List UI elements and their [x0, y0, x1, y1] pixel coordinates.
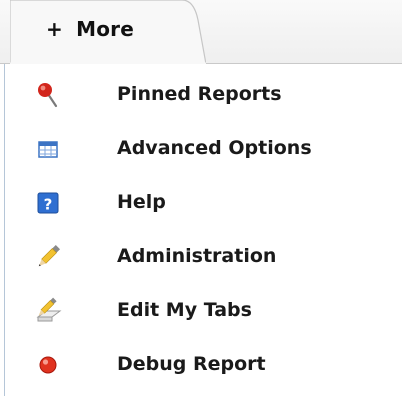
menu-item-administration[interactable]: Administration — [5, 230, 402, 284]
menu-item-edit-my-tabs[interactable]: Edit My Tabs — [5, 284, 402, 338]
pencil-icon — [38, 244, 61, 267]
tab-more[interactable]: + More — [10, 0, 206, 64]
menu-item-label: Pinned Reports — [117, 83, 282, 105]
menu-item-label: Advanced Options — [117, 137, 312, 159]
edit-tabs-icon — [36, 297, 62, 322]
tab-more-label[interactable]: + More — [46, 17, 134, 41]
tab-strip: + More — [0, 0, 402, 64]
menu-item-pinned-reports[interactable]: Pinned Reports — [5, 68, 402, 122]
plus-icon: + — [46, 17, 63, 41]
menu-item-label: Help — [117, 191, 166, 213]
more-menu: Pinned Reports Advanced Options ? Help A… — [0, 64, 402, 396]
more-menu-popup: + More Pinned Reports Advanced Options ?… — [0, 0, 402, 396]
tab-more-text: More — [76, 17, 135, 41]
menu-item-help[interactable]: ? Help — [5, 176, 402, 230]
red-dot-icon — [39, 356, 57, 374]
svg-text:?: ? — [44, 196, 53, 214]
menu-item-label: Administration — [117, 245, 277, 267]
help-icon: ? — [37, 192, 59, 214]
pin-icon — [38, 83, 58, 108]
menu-item-debug-report[interactable]: Debug Report — [5, 338, 402, 392]
menu-item-label: Debug Report — [117, 353, 266, 375]
menu-item-advanced-options[interactable]: Advanced Options — [5, 122, 402, 176]
table-grid-icon — [38, 141, 58, 158]
menu-item-label: Edit My Tabs — [117, 299, 252, 321]
